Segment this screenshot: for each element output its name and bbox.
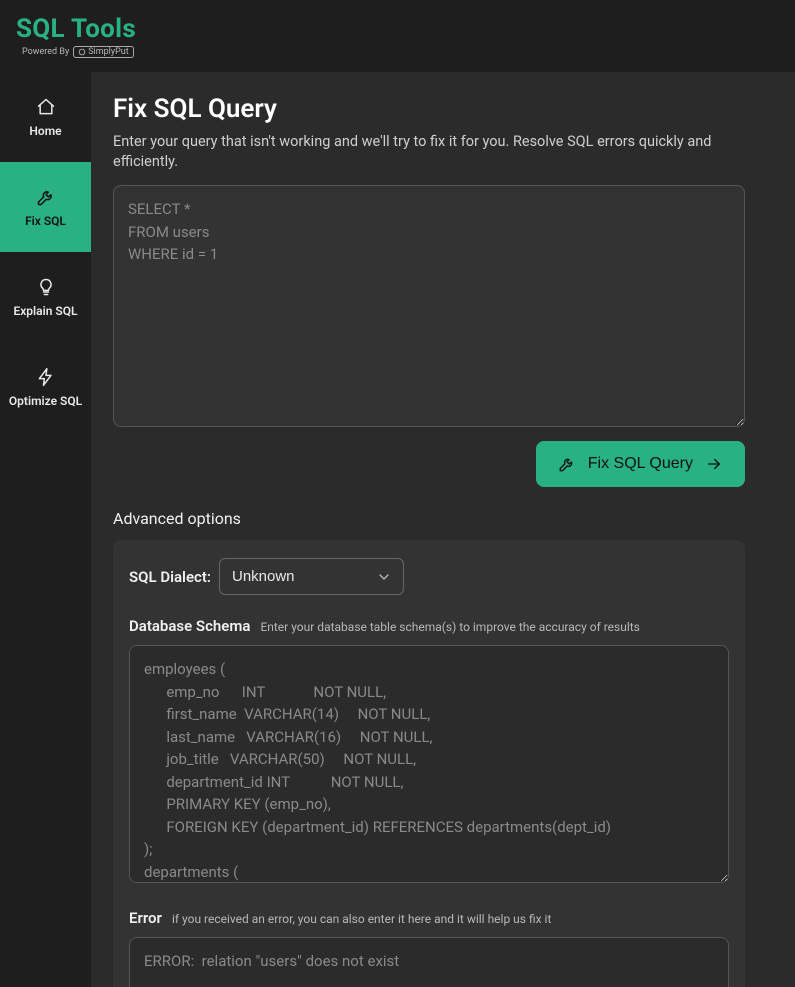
- schema-input[interactable]: [129, 645, 729, 883]
- powered-by-prefix: Powered By: [22, 47, 69, 57]
- lightbulb-icon: [36, 277, 56, 297]
- advanced-options-panel: SQL Dialect: Unknown Database Schema Ent…: [113, 540, 745, 987]
- schema-label: Database Schema: [129, 617, 250, 635]
- schema-hint: Enter your database table schema(s) to i…: [260, 620, 639, 634]
- sidebar: Home Fix SQL Explain SQL Optimize SQL: [0, 72, 91, 987]
- sidebar-item-label: Explain SQL: [13, 304, 77, 318]
- dialect-select-wrap: Unknown: [219, 558, 404, 595]
- error-input[interactable]: [129, 937, 729, 987]
- sidebar-item-home[interactable]: Home: [0, 72, 91, 162]
- sidebar-item-fix-sql[interactable]: Fix SQL: [0, 162, 91, 252]
- dialect-label: SQL Dialect:: [129, 568, 211, 586]
- fix-button-label: Fix SQL Query: [588, 455, 693, 473]
- error-hint: if you received an error, you can also e…: [172, 912, 551, 926]
- sidebar-item-label: Optimize SQL: [9, 394, 82, 408]
- sidebar-item-explain-sql[interactable]: Explain SQL: [0, 252, 91, 342]
- error-heading: Error if you received an error, you can …: [129, 909, 729, 927]
- advanced-options-title: Advanced options: [113, 509, 745, 528]
- logo-title: SQL Tools: [16, 14, 779, 44]
- page-title: Fix SQL Query: [113, 94, 745, 124]
- home-icon: [36, 97, 56, 117]
- powered-by-brand: SimplyPut: [88, 47, 129, 57]
- wrench-icon: [558, 455, 576, 473]
- arrow-right-icon: [705, 455, 723, 473]
- fix-sql-button[interactable]: Fix SQL Query: [536, 441, 745, 487]
- powered-by-brand-box: SimplyPut: [73, 46, 134, 58]
- sidebar-item-optimize-sql[interactable]: Optimize SQL: [0, 342, 91, 432]
- button-row: Fix SQL Query: [113, 441, 745, 487]
- bolt-icon: [36, 367, 56, 387]
- page-description: Enter your query that isn't working and …: [113, 132, 723, 171]
- app-header: SQL Tools Powered By SimplyPut: [0, 0, 795, 72]
- main-content: Fix SQL Query Enter your query that isn'…: [91, 72, 795, 987]
- logo-subtitle: Powered By SimplyPut: [16, 46, 779, 58]
- sidebar-item-label: Fix SQL: [25, 214, 66, 228]
- sql-query-input[interactable]: [113, 185, 745, 427]
- schema-heading: Database Schema Enter your database tabl…: [129, 617, 729, 635]
- wrench-icon: [36, 187, 56, 207]
- sidebar-item-label: Home: [29, 124, 61, 138]
- brand-mark-icon: [78, 48, 86, 56]
- error-label: Error: [129, 909, 162, 927]
- dialect-row: SQL Dialect: Unknown: [129, 558, 729, 595]
- dialect-select[interactable]: Unknown: [219, 558, 404, 595]
